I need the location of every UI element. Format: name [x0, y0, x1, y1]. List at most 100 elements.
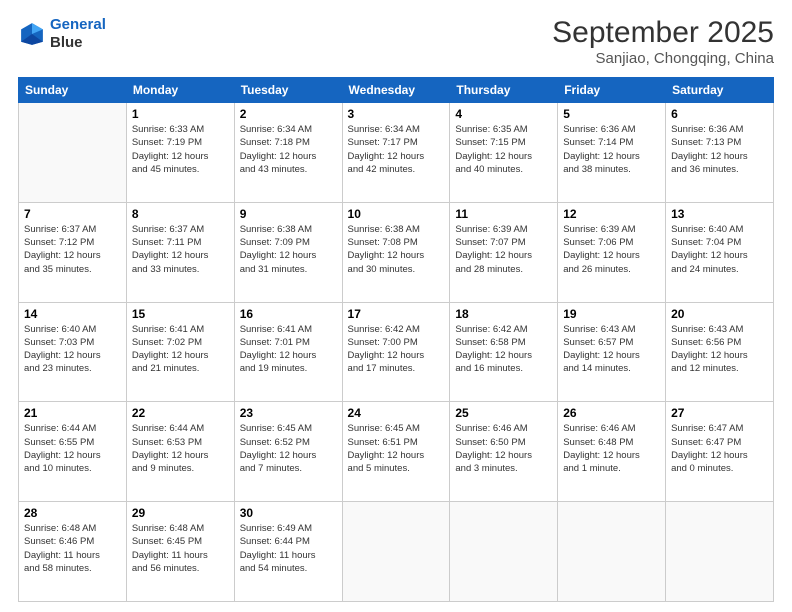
calendar-cell — [342, 502, 450, 602]
day-number: 5 — [563, 107, 660, 121]
calendar-cell: 8 Sunrise: 6:37 AM Sunset: 7:11 PM Daylig… — [126, 202, 234, 302]
day-number: 6 — [671, 107, 768, 121]
weekday-header: Thursday — [450, 78, 558, 103]
day-number: 15 — [132, 307, 229, 321]
day-number: 3 — [348, 107, 445, 121]
calendar-cell — [558, 502, 666, 602]
logo-icon — [18, 20, 46, 48]
calendar-cell: 26 Sunrise: 6:46 AM Sunset: 6:48 PM Dayli… — [558, 402, 666, 502]
day-info: Sunrise: 6:42 AM Sunset: 6:58 PM Dayligh… — [455, 323, 552, 376]
calendar-cell: 7 Sunrise: 6:37 AM Sunset: 7:12 PM Daylig… — [19, 202, 127, 302]
week-row: 21 Sunrise: 6:44 AM Sunset: 6:55 PM Dayli… — [19, 402, 774, 502]
day-number: 27 — [671, 406, 768, 420]
day-info: Sunrise: 6:49 AM Sunset: 6:44 PM Dayligh… — [240, 522, 337, 575]
day-info: Sunrise: 6:40 AM Sunset: 7:04 PM Dayligh… — [671, 223, 768, 276]
calendar-cell: 25 Sunrise: 6:46 AM Sunset: 6:50 PM Dayli… — [450, 402, 558, 502]
calendar-cell: 14Sunrise: 6:40 AM Sunset: 7:03 PM Dayli… — [19, 302, 127, 402]
day-number: 24 — [348, 406, 445, 420]
week-row: 14Sunrise: 6:40 AM Sunset: 7:03 PM Dayli… — [19, 302, 774, 402]
day-info: Sunrise: 6:37 AM Sunset: 7:12 PM Dayligh… — [24, 223, 121, 276]
day-info: Sunrise: 6:36 AM Sunset: 7:13 PM Dayligh… — [671, 123, 768, 176]
day-number: 26 — [563, 406, 660, 420]
calendar-cell: 19 Sunrise: 6:43 AM Sunset: 6:57 PM Dayli… — [558, 302, 666, 402]
calendar-cell: 23 Sunrise: 6:45 AM Sunset: 6:52 PM Dayli… — [234, 402, 342, 502]
calendar-cell: 27 Sunrise: 6:47 AM Sunset: 6:47 PM Dayli… — [666, 402, 774, 502]
calendar-cell: 2 Sunrise: 6:34 AM Sunset: 7:18 PM Daylig… — [234, 103, 342, 203]
day-info: Sunrise: 6:46 AM Sunset: 6:48 PM Dayligh… — [563, 422, 660, 475]
day-number: 23 — [240, 406, 337, 420]
day-info: Sunrise: 6:44 AM Sunset: 6:53 PM Dayligh… — [132, 422, 229, 475]
calendar-cell: 4 Sunrise: 6:35 AM Sunset: 7:15 PM Daylig… — [450, 103, 558, 203]
calendar-cell — [450, 502, 558, 602]
page: General Blue September 2025 Sanjiao, Cho… — [0, 0, 792, 612]
day-number: 21 — [24, 406, 121, 420]
calendar-cell: 5 Sunrise: 6:36 AM Sunset: 7:14 PM Daylig… — [558, 103, 666, 203]
day-number: 4 — [455, 107, 552, 121]
weekday-header: Monday — [126, 78, 234, 103]
day-number: 9 — [240, 207, 337, 221]
calendar-cell — [19, 103, 127, 203]
calendar-subtitle: Sanjiao, Chongqing, China — [552, 50, 774, 67]
day-number: 25 — [455, 406, 552, 420]
day-number: 1 — [132, 107, 229, 121]
day-number: 7 — [24, 207, 121, 221]
weekday-header-row: SundayMondayTuesdayWednesdayThursdayFrid… — [19, 78, 774, 103]
calendar-cell: 20 Sunrise: 6:43 AM Sunset: 6:56 PM Dayli… — [666, 302, 774, 402]
day-number: 29 — [132, 506, 229, 520]
day-number: 13 — [671, 207, 768, 221]
calendar-cell — [666, 502, 774, 602]
calendar-cell: 28Sunrise: 6:48 AM Sunset: 6:46 PM Dayli… — [19, 502, 127, 602]
day-info: Sunrise: 6:36 AM Sunset: 7:14 PM Dayligh… — [563, 123, 660, 176]
day-number: 22 — [132, 406, 229, 420]
day-info: Sunrise: 6:38 AM Sunset: 7:08 PM Dayligh… — [348, 223, 445, 276]
day-info: Sunrise: 6:42 AM Sunset: 7:00 PM Dayligh… — [348, 323, 445, 376]
day-number: 11 — [455, 207, 552, 221]
day-info: Sunrise: 6:43 AM Sunset: 6:57 PM Dayligh… — [563, 323, 660, 376]
calendar-cell: 3Sunrise: 6:34 AM Sunset: 7:17 PM Daylig… — [342, 103, 450, 203]
week-row: 7 Sunrise: 6:37 AM Sunset: 7:12 PM Daylig… — [19, 202, 774, 302]
day-info: Sunrise: 6:39 AM Sunset: 7:07 PM Dayligh… — [455, 223, 552, 276]
day-info: Sunrise: 6:38 AM Sunset: 7:09 PM Dayligh… — [240, 223, 337, 276]
day-info: Sunrise: 6:48 AM Sunset: 6:46 PM Dayligh… — [24, 522, 121, 575]
calendar-cell: 29Sunrise: 6:48 AM Sunset: 6:45 PM Dayli… — [126, 502, 234, 602]
day-number: 2 — [240, 107, 337, 121]
day-info: Sunrise: 6:40 AM Sunset: 7:03 PM Dayligh… — [24, 323, 121, 376]
day-info: Sunrise: 6:41 AM Sunset: 7:02 PM Dayligh… — [132, 323, 229, 376]
day-number: 16 — [240, 307, 337, 321]
calendar-cell: 30 Sunrise: 6:49 AM Sunset: 6:44 PM Dayli… — [234, 502, 342, 602]
weekday-header: Wednesday — [342, 78, 450, 103]
day-number: 8 — [132, 207, 229, 221]
day-info: Sunrise: 6:45 AM Sunset: 6:52 PM Dayligh… — [240, 422, 337, 475]
calendar-title: September 2025 — [552, 16, 774, 50]
day-number: 30 — [240, 506, 337, 520]
day-number: 20 — [671, 307, 768, 321]
day-info: Sunrise: 6:37 AM Sunset: 7:11 PM Dayligh… — [132, 223, 229, 276]
day-number: 18 — [455, 307, 552, 321]
calendar-cell: 11 Sunrise: 6:39 AM Sunset: 7:07 PM Dayli… — [450, 202, 558, 302]
calendar-cell: 10 Sunrise: 6:38 AM Sunset: 7:08 PM Dayli… — [342, 202, 450, 302]
day-info: Sunrise: 6:39 AM Sunset: 7:06 PM Dayligh… — [563, 223, 660, 276]
weekday-header: Tuesday — [234, 78, 342, 103]
calendar-table: SundayMondayTuesdayWednesdayThursdayFrid… — [18, 77, 774, 602]
logo: General Blue — [18, 16, 106, 52]
day-info: Sunrise: 6:44 AM Sunset: 6:55 PM Dayligh… — [24, 422, 121, 475]
calendar-cell: 18 Sunrise: 6:42 AM Sunset: 6:58 PM Dayli… — [450, 302, 558, 402]
calendar-cell: 21 Sunrise: 6:44 AM Sunset: 6:55 PM Dayli… — [19, 402, 127, 502]
day-info: Sunrise: 6:46 AM Sunset: 6:50 PM Dayligh… — [455, 422, 552, 475]
day-number: 10 — [348, 207, 445, 221]
day-info: Sunrise: 6:47 AM Sunset: 6:47 PM Dayligh… — [671, 422, 768, 475]
day-info: Sunrise: 6:34 AM Sunset: 7:18 PM Dayligh… — [240, 123, 337, 176]
day-info: Sunrise: 6:41 AM Sunset: 7:01 PM Dayligh… — [240, 323, 337, 376]
weekday-header: Sunday — [19, 78, 127, 103]
header: General Blue September 2025 Sanjiao, Cho… — [18, 16, 774, 67]
day-number: 19 — [563, 307, 660, 321]
logo-text: General Blue — [50, 16, 106, 52]
calendar-cell: 12 Sunrise: 6:39 AM Sunset: 7:06 PM Dayli… — [558, 202, 666, 302]
calendar-cell: 22 Sunrise: 6:44 AM Sunset: 6:53 PM Dayli… — [126, 402, 234, 502]
day-info: Sunrise: 6:43 AM Sunset: 6:56 PM Dayligh… — [671, 323, 768, 376]
day-info: Sunrise: 6:35 AM Sunset: 7:15 PM Dayligh… — [455, 123, 552, 176]
calendar-cell: 6 Sunrise: 6:36 AM Sunset: 7:13 PM Daylig… — [666, 103, 774, 203]
calendar-cell: 15 Sunrise: 6:41 AM Sunset: 7:02 PM Dayli… — [126, 302, 234, 402]
calendar-cell: 24Sunrise: 6:45 AM Sunset: 6:51 PM Dayli… — [342, 402, 450, 502]
day-number: 12 — [563, 207, 660, 221]
